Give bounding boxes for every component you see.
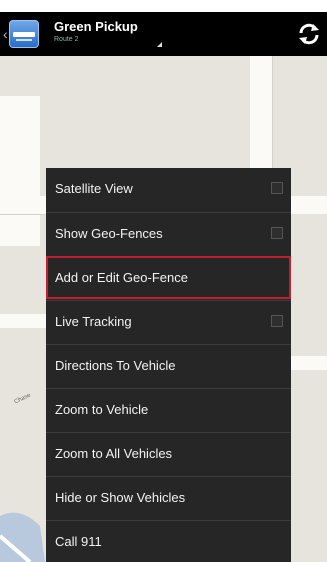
menu-item[interactable]: Zoom to All Vehicles bbox=[46, 432, 291, 475]
menu-item-label: Satellite View bbox=[55, 181, 133, 196]
menu-item-label: Directions To Vehicle bbox=[55, 358, 176, 373]
action-bar: ‹ Green Pickup Route 2 bbox=[0, 12, 327, 56]
menu-item[interactable]: Zoom to Vehicle bbox=[46, 388, 291, 431]
menu-item[interactable]: Add or Edit Geo-Fence bbox=[46, 256, 291, 299]
menu-item-label: Add or Edit Geo-Fence bbox=[55, 270, 188, 285]
menu-item-checkbox[interactable] bbox=[271, 315, 283, 327]
menu-item-label: Zoom to Vehicle bbox=[55, 402, 149, 417]
status-bar bbox=[0, 0, 327, 12]
menu-item[interactable]: Satellite View bbox=[46, 168, 291, 211]
map-water bbox=[0, 512, 45, 562]
menu-item[interactable]: Live Tracking bbox=[46, 300, 291, 343]
menu-item-checkbox[interactable] bbox=[271, 227, 283, 239]
refresh-icon[interactable] bbox=[296, 21, 322, 47]
map-road bbox=[0, 96, 40, 246]
options-menu: Satellite View Show Geo-Fences Add or Edit… bbox=[46, 168, 291, 562]
route-subtitle[interactable]: Route 2 bbox=[54, 36, 79, 43]
spinner-indicator-icon[interactable] bbox=[157, 42, 162, 47]
menu-item[interactable]: Show Geo-Fences bbox=[46, 212, 291, 255]
menu-item-label: Hide or Show Vehicles bbox=[55, 490, 186, 505]
menu-item[interactable]: Hide or Show Vehicles bbox=[46, 476, 291, 519]
menu-item-label: Live Tracking bbox=[55, 314, 132, 329]
menu-item-label: Show Geo-Fences bbox=[55, 226, 163, 241]
menu-item[interactable]: Call 911 bbox=[46, 520, 291, 562]
menu-item-label: Call 911 bbox=[55, 534, 102, 549]
menu-item-label: Zoom to All Vehicles bbox=[55, 446, 173, 461]
map-road-edge bbox=[0, 214, 46, 215]
page-title[interactable]: Green Pickup bbox=[54, 19, 138, 34]
street-label: Chase bbox=[13, 392, 32, 406]
bus-app-icon[interactable] bbox=[9, 20, 39, 48]
menu-item[interactable]: Directions To Vehicle bbox=[46, 344, 291, 387]
menu-item-checkbox[interactable] bbox=[271, 182, 283, 194]
